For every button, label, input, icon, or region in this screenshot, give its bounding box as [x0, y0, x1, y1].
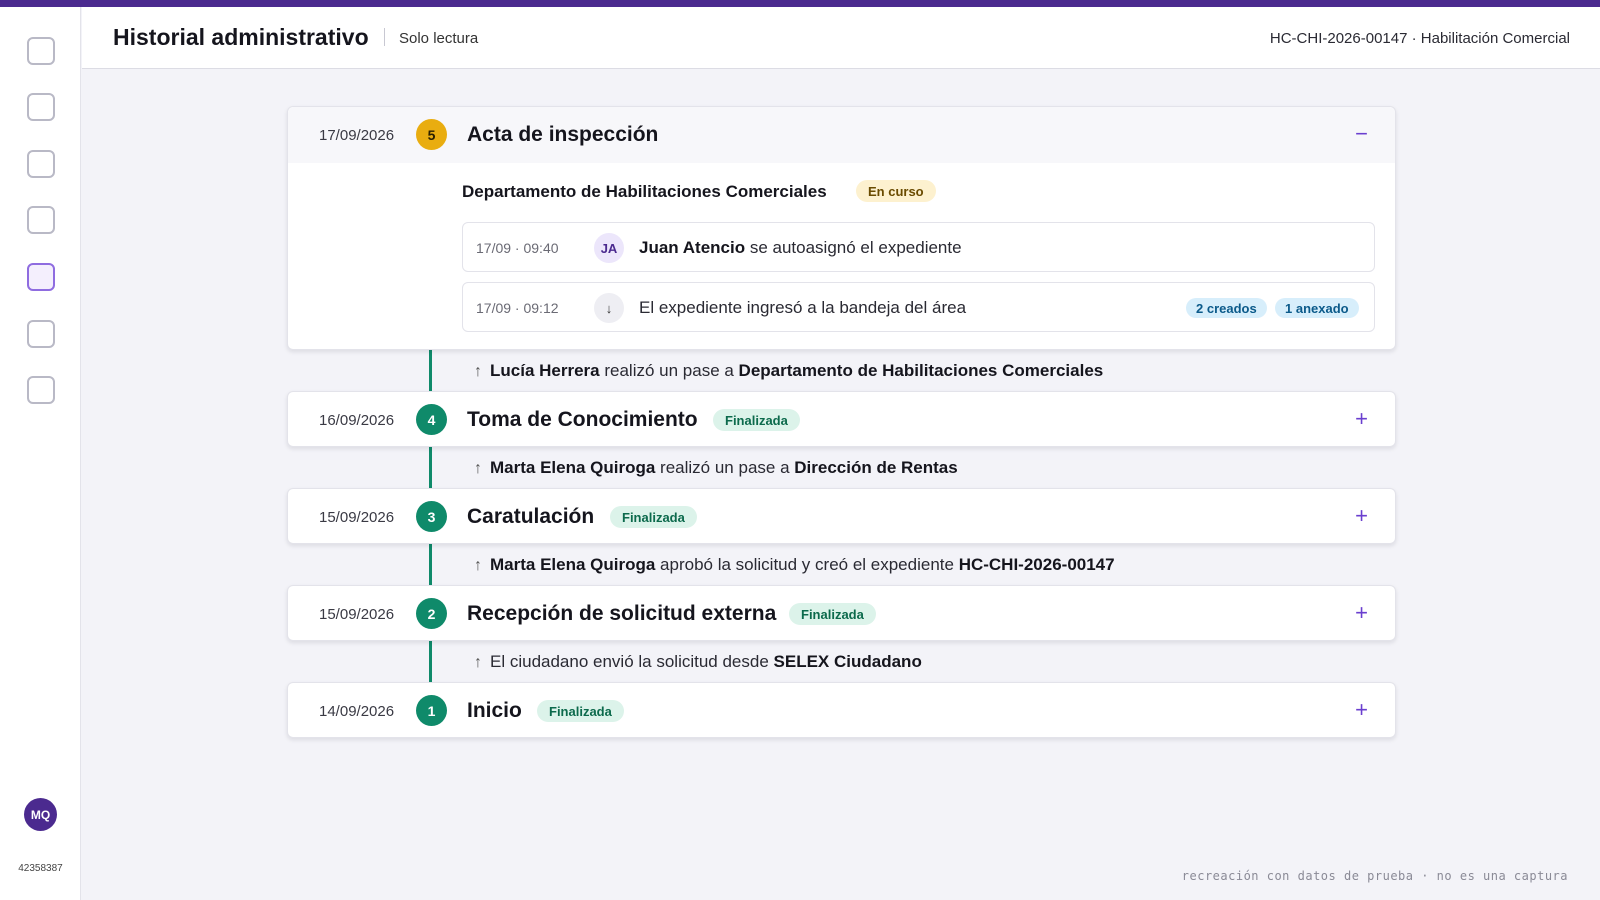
- sidebar-item-5-active[interactable]: [27, 263, 55, 291]
- title-divider: [384, 28, 385, 46]
- top-accent-bar: [0, 0, 1600, 7]
- step-date: 15/09/2026: [319, 509, 395, 526]
- step-card-5-header[interactable]: [288, 107, 1395, 163]
- step-card-1[interactable]: 14/09/2026 1 Inicio Finalizada +: [287, 682, 1396, 738]
- step-title: Toma de Conocimiento: [467, 408, 698, 431]
- step-number-badge: 2: [416, 598, 447, 629]
- status-badge: Finalizada: [537, 700, 624, 722]
- readonly-label: Solo lectura: [399, 30, 479, 47]
- transition-note: ↑ Marta Elena Quiroga realizó un pase a D…: [474, 458, 958, 478]
- sidebar-item-2[interactable]: [27, 93, 55, 121]
- event-actor: Juan Atencio: [639, 238, 746, 257]
- avatar[interactable]: MQ: [24, 798, 57, 831]
- transition-text: realizó un pase a: [655, 458, 795, 477]
- status-badge: En curso: [856, 180, 936, 202]
- sidebar-item-6[interactable]: [27, 320, 55, 348]
- transition-note: ↑ Lucía Herrera realizó un pase a Departa…: [474, 361, 1103, 381]
- arrow-up-icon: ↑: [474, 654, 482, 671]
- event-time: 17/09 · 09:12: [476, 300, 559, 316]
- created-docs-tag[interactable]: 2 creados: [1186, 298, 1267, 318]
- sidebar-item-4[interactable]: [27, 206, 55, 234]
- step-title: Inicio: [467, 699, 522, 722]
- transition-text: El ciudadano envió la solicitud desde: [490, 652, 774, 671]
- event-text: Juan Atencio se autoasignó el expediente: [639, 238, 962, 258]
- expand-icon[interactable]: +: [1355, 503, 1368, 529]
- department-name: Departamento de Habilitaciones Comercial…: [462, 182, 827, 201]
- step-date: 16/09/2026: [319, 412, 395, 429]
- step-number-badge: 5: [416, 119, 447, 150]
- user-id: 42358387: [18, 863, 63, 874]
- collapse-icon[interactable]: −: [1355, 121, 1368, 147]
- transition-target: Dirección de Rentas: [794, 458, 958, 477]
- sidebar-item-3[interactable]: [27, 150, 55, 178]
- user-avatar-icon: JA: [594, 233, 624, 263]
- transition-target: SELEX Ciudadano: [773, 652, 922, 671]
- step-card-4[interactable]: 16/09/2026 4 Toma de Conocimiento Finali…: [287, 391, 1396, 447]
- transition-text: realizó un pase a: [599, 361, 739, 380]
- arrow-up-icon: ↑: [474, 460, 482, 477]
- transition-note: ↑ Marta Elena Quiroga aprobó la solicitud…: [474, 555, 1115, 575]
- event-row: 17/09 · 09:12 ↓ El expediente ingresó a …: [462, 282, 1375, 332]
- sidebar: MQ 42358387: [0, 7, 81, 900]
- status-badge: Finalizada: [713, 409, 800, 431]
- step-date: 15/09/2026: [319, 606, 395, 623]
- header: Historial administrativo Solo lectura HC…: [82, 7, 1600, 69]
- sidebar-item-7[interactable]: [27, 376, 55, 404]
- arrow-down-icon: ↓: [594, 293, 624, 323]
- file-info: HC-CHI-2026-00147 · Habilitación Comerci…: [1269, 30, 1570, 47]
- page-title: Historial administrativo: [113, 24, 369, 50]
- step-number-badge: 3: [416, 501, 447, 532]
- status-badge: Finalizada: [789, 603, 876, 625]
- transition-actor: Lucía Herrera: [490, 361, 600, 380]
- transition-actor: Marta Elena Quiroga: [490, 458, 656, 477]
- expand-icon[interactable]: +: [1355, 697, 1368, 723]
- transition-actor: Marta Elena Quiroga: [490, 555, 656, 574]
- expand-icon[interactable]: +: [1355, 600, 1368, 626]
- transition-text: aprobó la solicitud y creó el expediente: [655, 555, 959, 574]
- step-title: Acta de inspección: [467, 123, 659, 146]
- sidebar-item-1[interactable]: [27, 37, 55, 65]
- step-card-2[interactable]: 15/09/2026 2 Recepción de solicitud exte…: [287, 585, 1396, 641]
- expand-icon[interactable]: +: [1355, 406, 1368, 432]
- step-number-badge: 4: [416, 404, 447, 435]
- event-description: se autoasignó el expediente: [745, 238, 962, 257]
- step-number-badge: 1: [416, 695, 447, 726]
- step-card-3[interactable]: 15/09/2026 3 Caratulación Finalizada +: [287, 488, 1396, 544]
- status-badge: Finalizada: [610, 506, 697, 528]
- event-time: 17/09 · 09:40: [476, 240, 559, 256]
- footer-note: recreación con datos de prueba · no es u…: [1181, 869, 1568, 883]
- arrow-up-icon: ↑: [474, 557, 482, 574]
- step-title: Recepción de solicitud externa: [467, 602, 777, 625]
- transition-note: ↑ El ciudadano envió la solicitud desde S…: [474, 652, 922, 672]
- arrow-up-icon: ↑: [474, 363, 482, 380]
- step-card-5: 17/09/2026 5 Acta de inspección − Depart…: [287, 106, 1396, 350]
- transition-target: Departamento de Habilitaciones Comercial…: [738, 361, 1104, 380]
- step-date: 17/09/2026: [319, 127, 395, 144]
- step-date: 14/09/2026: [319, 703, 395, 720]
- event-row: 17/09 · 09:40 JA Juan Atencio se autoasi…: [462, 222, 1375, 272]
- step-title: Caratulación: [467, 505, 595, 528]
- event-text: El expediente ingresó a la bandeja del á…: [639, 298, 967, 317]
- transition-target: HC-CHI-2026-00147: [958, 555, 1115, 574]
- annexed-docs-tag[interactable]: 1 anexado: [1275, 298, 1359, 318]
